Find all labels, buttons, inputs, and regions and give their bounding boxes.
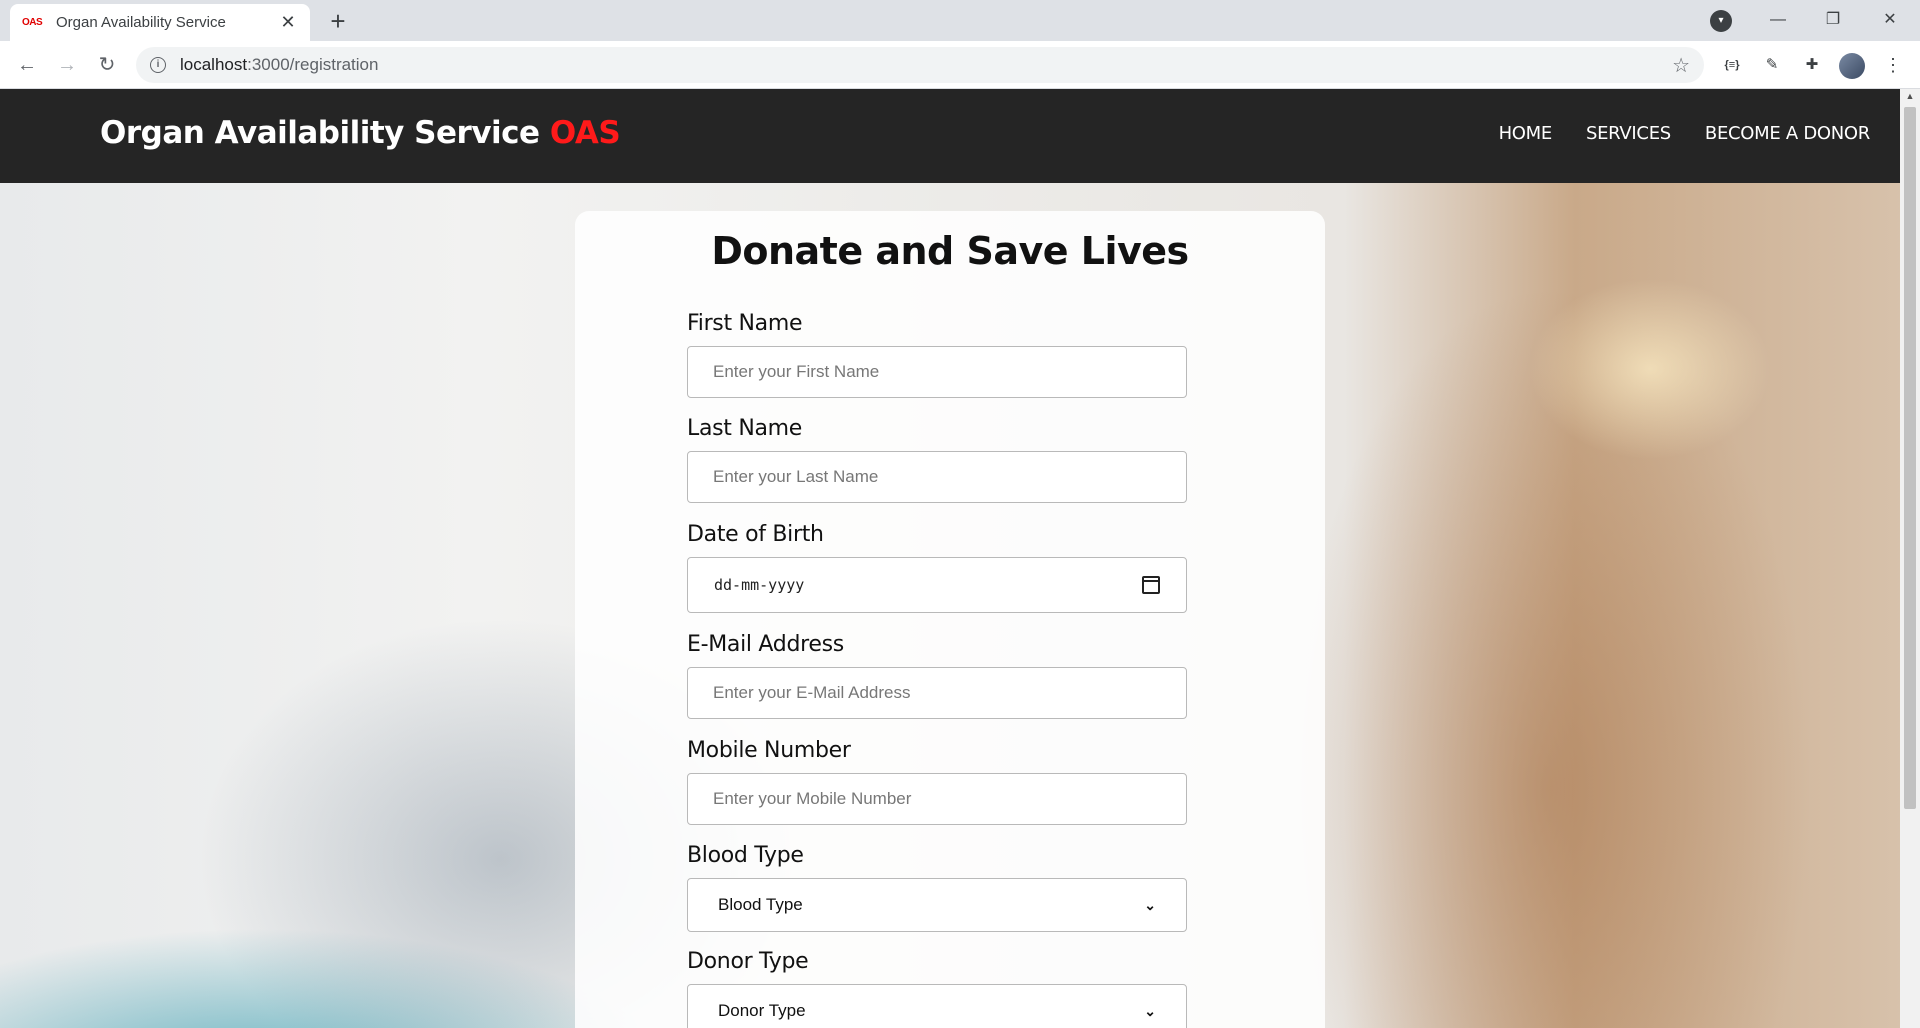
dob-label: Date of Birth [687,522,824,547]
restore-button[interactable]: ❐ [1819,6,1847,34]
calendar-icon[interactable] [1142,576,1160,594]
scroll-up-arrow-icon[interactable]: ▲ [1900,91,1920,105]
nav-link-services[interactable]: SERVICES [1586,123,1671,144]
registration-card: Donate and Save Lives First Name Last Na… [575,211,1325,1028]
extensions-puzzle-icon[interactable]: ✚ [1799,53,1825,77]
last-name-input[interactable] [687,451,1187,503]
last-name-label: Last Name [687,416,803,441]
close-window-button[interactable]: ✕ [1876,6,1904,34]
mobile-input[interactable] [687,773,1187,825]
mobile-group: Mobile Number [687,738,1187,825]
donor-type-selected: Donor Type [718,1001,806,1020]
blood-type-label: Blood Type [687,843,804,868]
site-brand[interactable]: Organ Availability Service OAS [100,115,621,151]
nav-links: HOME SERVICES BECOME A DONOR [1499,123,1871,144]
page-viewport: Organ Availability Service OAS HOME SERV… [0,89,1920,1028]
form-title: Donate and Save Lives [711,229,1189,273]
blood-type-group: Blood Type Blood Type ⌄ [687,843,1187,932]
dob-input[interactable]: dd-mm-yyyy [687,557,1187,613]
brand-name: Organ Availability Service [100,115,540,151]
browser-tab[interactable]: OAS Organ Availability Service ✕ [10,4,310,41]
new-tab-button[interactable]: + [324,8,352,36]
extension-json-icon[interactable]: {≡} [1719,53,1745,77]
email-input[interactable] [687,667,1187,719]
blood-type-select[interactable]: Blood Type ⌄ [687,878,1187,932]
first-name-group: First Name [687,311,1187,398]
brand-accent: OAS [549,115,621,151]
dob-group: Date of Birth dd-mm-yyyy [687,522,1187,613]
minimize-button[interactable]: — [1764,6,1792,34]
email-group: E-Mail Address [687,632,1187,719]
donor-type-label: Donor Type [687,949,809,974]
chevron-down-icon: ⌄ [1144,1002,1156,1019]
favicon-icon: OAS [22,17,43,28]
eyedropper-icon[interactable]: ✎ [1759,53,1785,77]
nav-link-home[interactable]: HOME [1499,123,1553,144]
browser-toolbar: ← → ↻ i localhost:3000/registration ☆ {≡… [0,41,1920,89]
first-name-label: First Name [687,311,803,336]
browser-tabstrip: OAS Organ Availability Service ✕ + ▾ — ❐… [0,0,1920,41]
mobile-label: Mobile Number [687,738,851,763]
dob-format-text: dd-mm-yyyy [714,576,805,594]
blood-type-selected: Blood Type [718,895,803,914]
first-name-input[interactable] [687,346,1187,398]
url-text[interactable]: localhost:3000/registration [180,55,1672,75]
forward-icon[interactable]: → [53,51,81,79]
tab-search-icon[interactable]: ▾ [1710,10,1732,32]
chevron-down-icon: ⌄ [1144,896,1156,913]
bookmark-star-icon[interactable]: ☆ [1672,53,1690,78]
donor-type-select[interactable]: Donor Type ⌄ [687,984,1187,1028]
tab-title: Organ Availability Service [56,14,226,31]
email-label: E-Mail Address [687,632,844,657]
close-tab-icon[interactable]: ✕ [278,12,298,33]
scrollbar-thumb[interactable] [1904,107,1916,809]
last-name-group: Last Name [687,416,1187,503]
address-bar[interactable]: i localhost:3000/registration ☆ [136,47,1704,83]
site-navbar: Organ Availability Service OAS HOME SERV… [0,89,1900,183]
reload-icon[interactable]: ↻ [93,51,121,79]
nav-link-become-donor[interactable]: BECOME A DONOR [1705,123,1870,144]
menu-kebab-icon[interactable]: ⋮ [1880,53,1906,77]
page-scrollbar[interactable]: ▲ [1900,89,1920,1028]
back-icon[interactable]: ← [13,51,41,79]
profile-avatar[interactable] [1839,53,1865,79]
donor-type-group: Donor Type Donor Type ⌄ [687,949,1187,1028]
info-icon[interactable]: i [150,57,166,73]
